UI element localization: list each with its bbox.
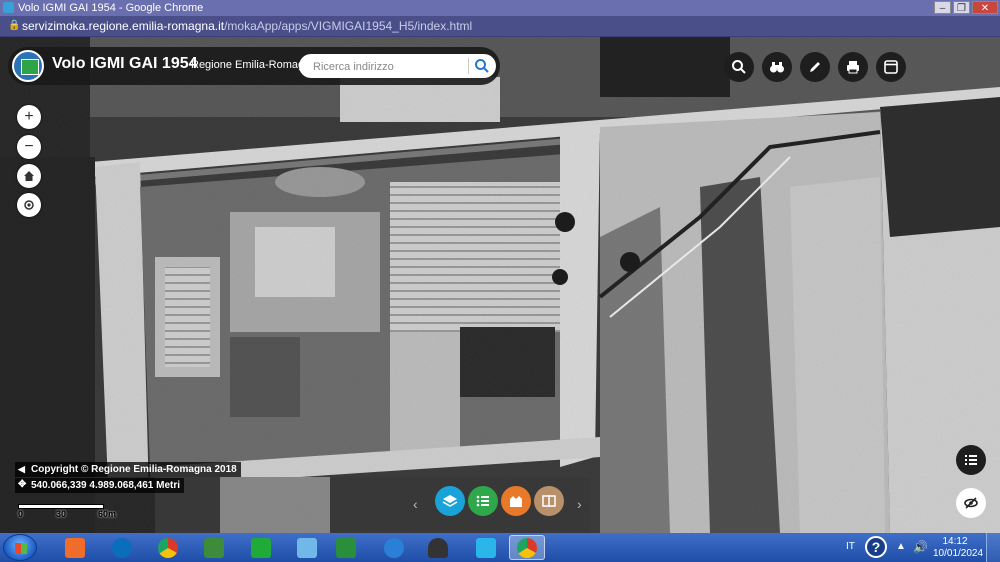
dark-app-icon — [428, 537, 448, 558]
pencil-icon — [810, 62, 820, 72]
chrome-icon — [158, 537, 178, 558]
windows-logo-icon — [15, 543, 27, 554]
basemap-icon — [510, 496, 522, 507]
home-icon — [24, 171, 34, 181]
window-title: Volo IGMI GAI 1954 - Google Chrome — [18, 2, 204, 14]
address-bar[interactable]: 🔒 servizimoka.regione.emilia-romagna.it/… — [0, 16, 1000, 37]
internet-explorer-icon — [384, 537, 404, 558]
window-icon — [884, 60, 898, 74]
home-button[interactable] — [17, 164, 41, 188]
crosshair-icon: ✥ — [18, 479, 27, 490]
layout-button[interactable] — [876, 52, 906, 82]
language-indicator[interactable]: IT — [846, 541, 855, 552]
aerial-photo — [0, 37, 1000, 533]
scale-bar: 0 30 60m — [18, 499, 120, 519]
coordinates-text: 540.066,339 4.989.068,461 Metri — [31, 480, 181, 491]
taskbar-green-app[interactable] — [243, 535, 279, 560]
scale-label-60: 60m — [98, 509, 117, 519]
layers-button[interactable] — [435, 486, 465, 516]
basemap-button[interactable] — [501, 486, 531, 516]
compare-button[interactable] — [534, 486, 564, 516]
taskbar-files-app[interactable] — [289, 535, 325, 560]
scale-label-30: 30 — [56, 509, 67, 519]
taskbar-hp-app[interactable] — [104, 535, 140, 560]
app-subtitle: Regione Emilia-Romagna — [191, 59, 317, 71]
feather-icon — [204, 537, 224, 558]
taskbar-dark-app[interactable] — [420, 535, 456, 560]
print-button[interactable] — [838, 52, 868, 82]
eye-slash-icon — [964, 497, 978, 509]
layers-icon — [442, 495, 458, 507]
lock-icon[interactable]: 🔒 — [8, 16, 20, 36]
app-title: Volo IGMI GAI 1954 — [52, 55, 198, 72]
transfer-icon — [336, 537, 356, 558]
locate-icon — [24, 200, 34, 210]
top-toolbar — [724, 52, 906, 82]
locate-button[interactable] — [17, 193, 41, 217]
regione-logo-icon[interactable] — [12, 50, 44, 82]
files-icon — [297, 537, 317, 558]
table-of-contents-button[interactable] — [956, 445, 986, 475]
legend-button[interactable] — [468, 486, 498, 516]
window-titlebar: Volo IGMI GAI 1954 - Google Chrome – ❐ ✕ — [0, 0, 1000, 16]
search-icon[interactable] — [474, 58, 490, 74]
chrome-icon — [517, 537, 537, 558]
bottom-toolbar: ‹ › — [413, 486, 588, 520]
coordinates-label: ✥ 540.066,339 4.989.068,461 Metri — [15, 478, 185, 493]
taskbar-network-app[interactable] — [468, 535, 504, 560]
search-divider — [468, 58, 469, 74]
search-input[interactable] — [311, 57, 465, 77]
hide-ui-button[interactable] — [956, 488, 986, 518]
green-app-icon — [251, 537, 271, 558]
search-icon — [732, 60, 746, 74]
copyright-label: ◀ Copyright © Regione Emilia-Romagna 201… — [15, 462, 241, 477]
taskbar-feather-app[interactable] — [196, 535, 232, 560]
toolbar-prev-arrow[interactable]: ‹ — [413, 496, 418, 512]
maximize-button[interactable]: ❐ — [953, 1, 970, 14]
copyright-text: Copyright © Regione Emilia-Romagna 2018 — [31, 464, 237, 475]
url-text[interactable]: servizimoka.regione.emilia-romagna.it/mo… — [22, 16, 472, 36]
taskbar-chrome-app[interactable] — [150, 535, 186, 560]
taskbar-transfer-app[interactable] — [328, 535, 364, 560]
hp-icon — [112, 537, 132, 558]
map-canvas[interactable] — [0, 37, 1000, 533]
zoom-in-button[interactable]: + — [17, 105, 41, 129]
feature-info-button[interactable] — [762, 52, 792, 82]
binoculars-icon — [770, 62, 784, 73]
compare-icon — [542, 495, 556, 507]
clock[interactable]: 14:12 10/01/2024 — [933, 536, 984, 560]
media-player-icon — [65, 537, 85, 558]
show-desktop-button[interactable] — [986, 533, 1000, 562]
clock-time: 14:12 — [942, 536, 968, 547]
tray-expand-icon[interactable]: ▲ — [896, 541, 906, 552]
network-icon — [476, 537, 496, 558]
app-header: Volo IGMI GAI 1954 Regione Emilia-Romagn… — [8, 47, 500, 85]
url-path: /mokaApp/apps/VIGMIGAI1954_H5/index.html — [224, 19, 473, 33]
list-icon — [476, 495, 489, 507]
address-search — [299, 54, 496, 78]
draw-button[interactable] — [800, 52, 830, 82]
scale-label-0: 0 — [18, 509, 24, 519]
zoom-out-button[interactable]: − — [17, 135, 41, 159]
close-button[interactable]: ✕ — [972, 1, 998, 14]
printer-icon — [847, 61, 859, 74]
window-controls: – ❐ ✕ — [934, 1, 998, 14]
clock-date: 10/01/2024 — [933, 548, 984, 559]
windows-taskbar: IT ? ▲ 🔊 14:12 10/01/2024 — [0, 533, 1000, 562]
search-tool-button[interactable] — [724, 52, 754, 82]
taskbar-chrome-active[interactable] — [509, 535, 545, 560]
taskbar-media-app[interactable] — [57, 535, 93, 560]
minimize-button[interactable]: – — [934, 1, 951, 14]
list-icon — [965, 455, 977, 465]
collapse-arrow-icon[interactable]: ◀ — [18, 463, 25, 476]
help-icon[interactable]: ? — [865, 536, 887, 558]
taskbar-ie-app[interactable] — [376, 535, 412, 560]
volume-icon[interactable]: 🔊 — [913, 540, 928, 554]
url-host: servizimoka.regione.emilia-romagna.it — [22, 19, 225, 33]
favicon-icon — [3, 2, 14, 13]
toolbar-next-arrow[interactable]: › — [577, 496, 582, 512]
start-button[interactable] — [3, 534, 37, 561]
